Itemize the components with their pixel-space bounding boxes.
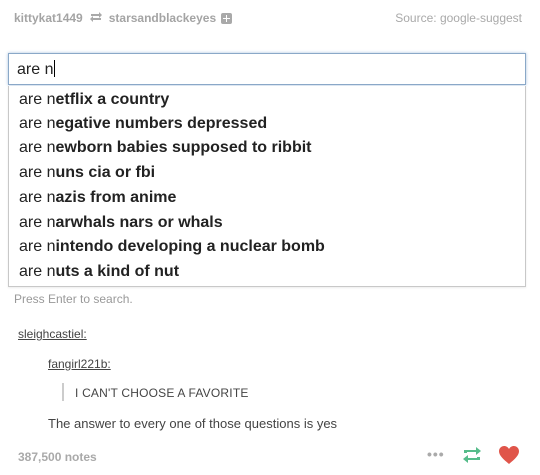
search-query: are n: [17, 60, 56, 78]
suggestion-item[interactable]: are nuts a kind of nut: [19, 259, 179, 284]
source-link[interactable]: Source: google-suggest: [395, 11, 522, 25]
suggestion-item[interactable]: are nintendo developing a nuclear bomb: [19, 234, 325, 259]
search-input[interactable]: are n: [8, 53, 526, 85]
more-options-icon[interactable]: •••: [427, 446, 445, 462]
suggestion-item[interactable]: are narwhals nars or whals: [19, 210, 223, 235]
author-link[interactable]: kittykat1449: [14, 11, 83, 25]
reblog-arrow-icon: [89, 11, 103, 25]
suggestion-item[interactable]: are newborn babies supposed to ribbit: [19, 135, 311, 160]
text-caret: [54, 60, 56, 77]
search-hint: Press Enter to search.: [14, 292, 133, 306]
reblogger-link[interactable]: starsandblackeyes: [109, 11, 216, 25]
suggestion-item[interactable]: are netflix a country: [19, 87, 169, 112]
blockquote-bar: [62, 383, 64, 401]
suggestion-item[interactable]: are nuns cia or fbi: [19, 160, 155, 185]
suggestion-dropdown: are netflix a country are negative numbe…: [8, 86, 526, 287]
follow-plus-icon[interactable]: [221, 12, 233, 24]
notes-count[interactable]: 387,500 notes: [18, 450, 97, 464]
suggestion-item[interactable]: are negative numbers depressed: [19, 111, 267, 136]
quote-text: I CAN'T CHOOSE A FAVORITE: [75, 386, 249, 400]
reblog-icon[interactable]: [461, 446, 483, 469]
reblog-trail: kittykat1449 starsandblackeyes: [14, 11, 233, 25]
commenter-link[interactable]: fangirl221b:: [48, 357, 111, 371]
reply-text: The answer to every one of those questio…: [48, 416, 338, 431]
suggestion-item[interactable]: are nazis from anime: [19, 185, 176, 210]
like-heart-icon[interactable]: [498, 445, 520, 470]
commenter-link[interactable]: sleighcastiel:: [18, 327, 87, 341]
post-header: kittykat1449 starsandblackeyes Source: g…: [14, 9, 526, 29]
